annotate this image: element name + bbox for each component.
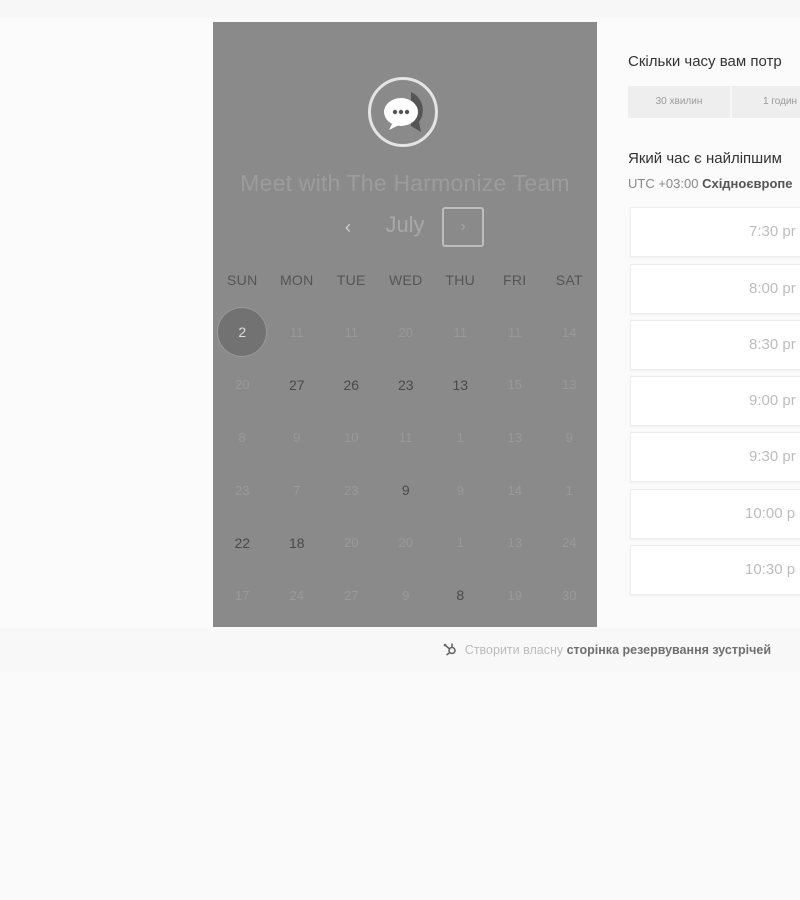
calendar-day: 1 <box>456 535 464 551</box>
calendar-day: 23 <box>344 482 359 498</box>
calendar-day: 17 <box>235 587 250 603</box>
time-slot-button[interactable]: 10:00 p <box>630 489 800 539</box>
calendar-day-available[interactable]: 27 <box>270 359 325 412</box>
page-background <box>0 672 800 900</box>
calendar-day-available[interactable]: 9 <box>379 464 434 517</box>
calendar-day-available[interactable]: 26 <box>324 359 379 412</box>
calendar-day: 10 <box>344 429 359 445</box>
calendar-day: 19 <box>507 587 522 603</box>
time-slot-label: 9:30 pr <box>749 448 796 465</box>
calendar-day: 23 <box>235 482 250 498</box>
month-label: July <box>385 212 425 237</box>
left-blank-area <box>0 18 213 628</box>
booking-options-panel: Скільки часу вам потр 30 хвилин 1 годин … <box>597 22 800 627</box>
prev-month-button[interactable]: ‹ <box>336 215 360 239</box>
calendar-day-available[interactable]: 22 <box>215 516 270 569</box>
calendar-day: 13 <box>507 535 522 551</box>
weekday-label: SAT <box>555 272 583 288</box>
calendar-day: 27 <box>344 587 359 603</box>
calendar-day: 14 <box>507 482 522 498</box>
calendar-panel: Meet with The Harmonize Team ‹ July › SU… <box>213 22 597 627</box>
calendar-day: 14 <box>562 324 577 340</box>
calendar-day: 13 <box>562 377 577 393</box>
calendar-day: 11 <box>453 324 468 340</box>
time-slot-button[interactable]: 8:30 pr <box>630 320 800 370</box>
time-slot-label: 8:00 pr <box>749 280 796 297</box>
calendar-day: 7 <box>293 482 301 498</box>
time-slot-label: 8:30 pr <box>749 336 796 353</box>
calendar-day: 11 <box>508 324 522 340</box>
time-slot-button[interactable]: 8:00 pr <box>630 264 800 314</box>
weekday-header: SUN MON TUE WED THU FRI SAT <box>213 272 597 292</box>
time-slot-label: 10:00 p <box>745 505 796 522</box>
duration-tabs: 30 хвилин 1 годин <box>628 86 800 118</box>
calendar-day: 11 <box>290 324 304 340</box>
calendar-day: 11 <box>399 429 413 445</box>
calendar-day: 20 <box>398 324 413 340</box>
calendar-days-grid: 2 11 11 20 11 11 14 20 27 26 23 13 15 13… <box>215 306 597 622</box>
calendar-day: 20 <box>398 535 413 551</box>
time-slot-button[interactable]: 10:30 p <box>630 545 800 595</box>
calendar-day-available[interactable]: 18 <box>270 516 325 569</box>
day-number: 2 <box>217 307 268 358</box>
footer-bar: Створити власну сторінка резервування зу… <box>0 628 800 672</box>
calendar-day: 15 <box>507 377 522 393</box>
calendar-day: 13 <box>507 429 522 445</box>
timezone-selector[interactable]: UTC +03:00 Східноєвропе <box>628 176 793 191</box>
time-slot-button[interactable]: 9:30 pr <box>630 432 800 482</box>
calendar-day: 9 <box>456 482 464 498</box>
calendar-title: Meet with The Harmonize Team <box>240 170 570 196</box>
weekday-label: FRI <box>503 272 527 288</box>
calendar-day: 30 <box>562 587 577 603</box>
calendar-day: 9 <box>402 587 410 603</box>
time-slot-label: 10:30 p <box>745 561 796 578</box>
calendar-day-selected[interactable]: 2 <box>215 306 270 359</box>
duration-question: Скільки часу вам потр <box>628 53 782 70</box>
calendar-day: 20 <box>235 377 250 393</box>
footer-link[interactable]: сторінка резервування зустрічей <box>567 643 771 657</box>
calendar-day: 20 <box>344 535 359 551</box>
weekday-label: SUN <box>227 272 258 288</box>
weekday-label: WED <box>388 272 423 288</box>
timezone-offset: UTC +03:00 <box>628 176 699 191</box>
calendar-day: 9 <box>293 429 301 445</box>
calendar-day-available[interactable]: 8 <box>433 569 488 622</box>
weekday-label: MON <box>279 272 314 288</box>
chat-bubble-logo-icon <box>368 77 438 147</box>
footer-promo: Створити власну сторінка резервування зу… <box>443 642 771 659</box>
next-month-button[interactable]: › <box>442 207 484 247</box>
weekday-label: THU <box>445 272 476 288</box>
footer-prefix-text: Створити власну <box>464 643 564 657</box>
calendar-day: 8 <box>238 429 246 445</box>
time-question: Який час є найліпшим <box>628 150 782 167</box>
calendar-day: 1 <box>456 429 464 445</box>
duration-option-1h[interactable]: 1 годин <box>732 86 800 118</box>
calendar-day-available[interactable]: 13 <box>433 359 488 412</box>
duration-option-30min[interactable]: 30 хвилин <box>628 86 730 118</box>
time-slot-button[interactable]: 7:30 pr <box>630 207 800 257</box>
calendar-day: 9 <box>565 429 573 445</box>
time-slot-label: 7:30 pr <box>749 223 796 240</box>
calendar-day: 11 <box>344 324 359 340</box>
time-slot-button[interactable]: 9:00 pr <box>630 376 800 426</box>
timezone-name: Східноєвропе <box>702 176 793 191</box>
hubspot-sprocket-icon <box>443 642 457 659</box>
top-band <box>0 0 800 18</box>
weekday-label: TUE <box>336 272 366 288</box>
calendar-day-available[interactable]: 23 <box>379 359 434 412</box>
calendar-day: 1 <box>565 482 573 498</box>
calendar-day: 24 <box>289 587 304 603</box>
calendar-day: 24 <box>562 535 577 551</box>
time-slot-label: 9:00 pr <box>749 392 796 409</box>
